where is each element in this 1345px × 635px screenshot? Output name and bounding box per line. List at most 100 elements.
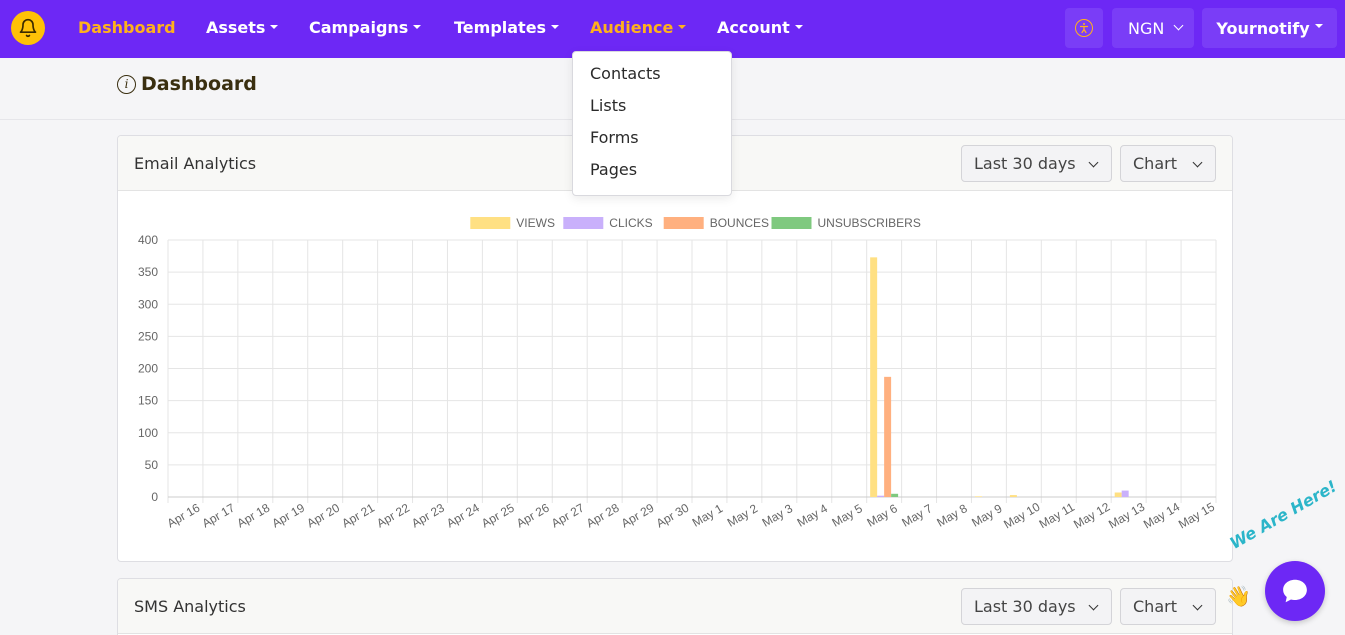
chat-button[interactable] (1265, 561, 1325, 621)
y-tick-label: 350 (138, 265, 158, 279)
chevron-down-icon (1173, 20, 1184, 31)
bell-logo-icon[interactable] (11, 11, 45, 45)
bar (870, 257, 878, 497)
nav-templates-label: Templates (454, 18, 547, 37)
x-tick-label: May 5 (830, 501, 866, 530)
sms-view-select[interactable]: Chart (1120, 588, 1216, 625)
sms-card-title: SMS Analytics (134, 597, 246, 616)
x-tick-label: May 12 (1071, 499, 1112, 531)
x-tick-label: May 8 (934, 501, 970, 530)
bar (1114, 492, 1122, 497)
caret-down-icon (270, 24, 279, 29)
y-tick-label: 100 (138, 426, 158, 440)
chevron-down-icon (1088, 157, 1099, 168)
x-tick-label: Apr 26 (514, 500, 552, 530)
nav-audience[interactable]: Audience (590, 17, 687, 39)
x-tick-label: Apr 28 (584, 500, 622, 530)
nav-assets-label: Assets (206, 18, 266, 37)
caret-down-icon (551, 24, 560, 29)
x-tick-label: May 2 (725, 501, 761, 530)
bar (891, 493, 899, 497)
caret-down-icon (1314, 24, 1323, 28)
sms-range-value: Last 30 days (974, 597, 1076, 616)
x-tick-label: May 9 (969, 501, 1005, 530)
x-tick-label: Apr 29 (619, 500, 657, 530)
x-tick-label: Apr 22 (374, 500, 412, 530)
nav-dashboard[interactable]: Dashboard (78, 17, 176, 39)
user-menu[interactable]: Yournotify (1202, 8, 1337, 48)
email-range-select[interactable]: Last 30 days (961, 145, 1112, 182)
chevron-down-icon (1192, 157, 1203, 168)
legend-label: BOUNCES (710, 216, 769, 230)
bar (877, 495, 885, 497)
caret-down-icon (413, 24, 422, 29)
menu-item-pages[interactable]: Pages (573, 154, 731, 186)
legend-swatch (663, 217, 704, 229)
chat-bubble-icon (1283, 579, 1307, 603)
legend-swatch (470, 217, 511, 229)
email-analytics-card: Email Analytics Last 30 days Chart VIEWS… (117, 135, 1233, 562)
menu-item-forms[interactable]: Forms (573, 122, 731, 154)
y-tick-label: 50 (145, 458, 159, 472)
legend-label: CLICKS (609, 216, 652, 230)
accessibility-button[interactable] (1065, 8, 1103, 48)
caret-down-icon (794, 24, 803, 29)
nav-audience-label: Audience (590, 18, 674, 37)
x-tick-label: May 4 (795, 501, 831, 530)
chevron-down-icon (1192, 600, 1203, 611)
page-title-text: Dashboard (141, 73, 257, 95)
bar (884, 376, 892, 497)
nav-dashboard-label: Dashboard (78, 18, 176, 37)
y-tick-label: 300 (138, 297, 158, 311)
x-tick-label: Apr 21 (339, 500, 377, 530)
nav-templates[interactable]: Templates (454, 17, 560, 39)
x-tick-label: Apr 18 (235, 500, 273, 530)
legend-swatch (563, 217, 604, 229)
menu-item-lists[interactable]: Lists (573, 90, 731, 122)
waving-hand-icon: 👋 (1226, 584, 1251, 608)
page-title: i Dashboard (117, 73, 257, 95)
bar (1009, 495, 1017, 497)
sms-range-select[interactable]: Last 30 days (961, 588, 1112, 625)
x-tick-label: Apr 16 (165, 500, 203, 530)
chat-tagline: We Are Here! (1226, 476, 1340, 553)
x-tick-label: Apr 19 (269, 500, 307, 530)
x-tick-label: May 6 (864, 501, 900, 530)
sms-card-header: SMS Analytics Last 30 days Chart (118, 579, 1232, 634)
email-analytics-chart: VIEWS CLICKS BOUNCES UNSUBSCRIBERS 0 50 100 150… (138, 216, 1217, 532)
x-tick-label: May 14 (1141, 499, 1182, 531)
nav-campaigns-label: Campaigns (309, 18, 409, 37)
y-tick-label: 400 (138, 233, 158, 247)
menu-item-contacts[interactable]: Contacts (573, 58, 731, 90)
x-tick-label: May 13 (1106, 499, 1147, 531)
x-tick-label: Apr 17 (200, 500, 238, 530)
info-icon: i (117, 74, 136, 94)
user-name: Yournotify (1216, 18, 1310, 38)
x-tick-label: Apr 20 (304, 500, 342, 530)
x-tick-label: May 11 (1037, 500, 1078, 532)
x-tick-label: Apr 24 (444, 500, 482, 530)
accessibility-icon (1075, 19, 1093, 37)
x-tick-label: Apr 25 (479, 500, 517, 530)
sms-view-value: Chart (1133, 597, 1177, 616)
x-tick-label: Apr 27 (549, 500, 587, 530)
x-tick-label: May 10 (1001, 499, 1042, 531)
nav-campaigns[interactable]: Campaigns (309, 17, 422, 39)
currency-select[interactable]: NGN (1112, 8, 1194, 48)
y-tick-label: 150 (138, 394, 158, 408)
navbar: Dashboard Assets Campaigns Templates Aud… (0, 0, 1345, 58)
nav-account-label: Account (717, 18, 790, 37)
audience-dropdown-menu: Contacts Lists Forms Pages (572, 51, 732, 196)
email-view-select[interactable]: Chart (1120, 145, 1216, 182)
x-tick-label: Apr 30 (654, 500, 692, 530)
x-tick-label: May 3 (760, 501, 796, 530)
nav-assets[interactable]: Assets (206, 17, 279, 39)
x-tick-label: May 15 (1176, 499, 1217, 531)
chevron-down-icon (1088, 600, 1099, 611)
nav-account[interactable]: Account (717, 17, 803, 39)
legend-swatch (771, 217, 812, 229)
email-card-title: Email Analytics (134, 154, 257, 173)
x-tick-label: May 1 (690, 501, 726, 530)
x-tick-label: May 7 (899, 501, 935, 530)
bar (1121, 490, 1129, 497)
